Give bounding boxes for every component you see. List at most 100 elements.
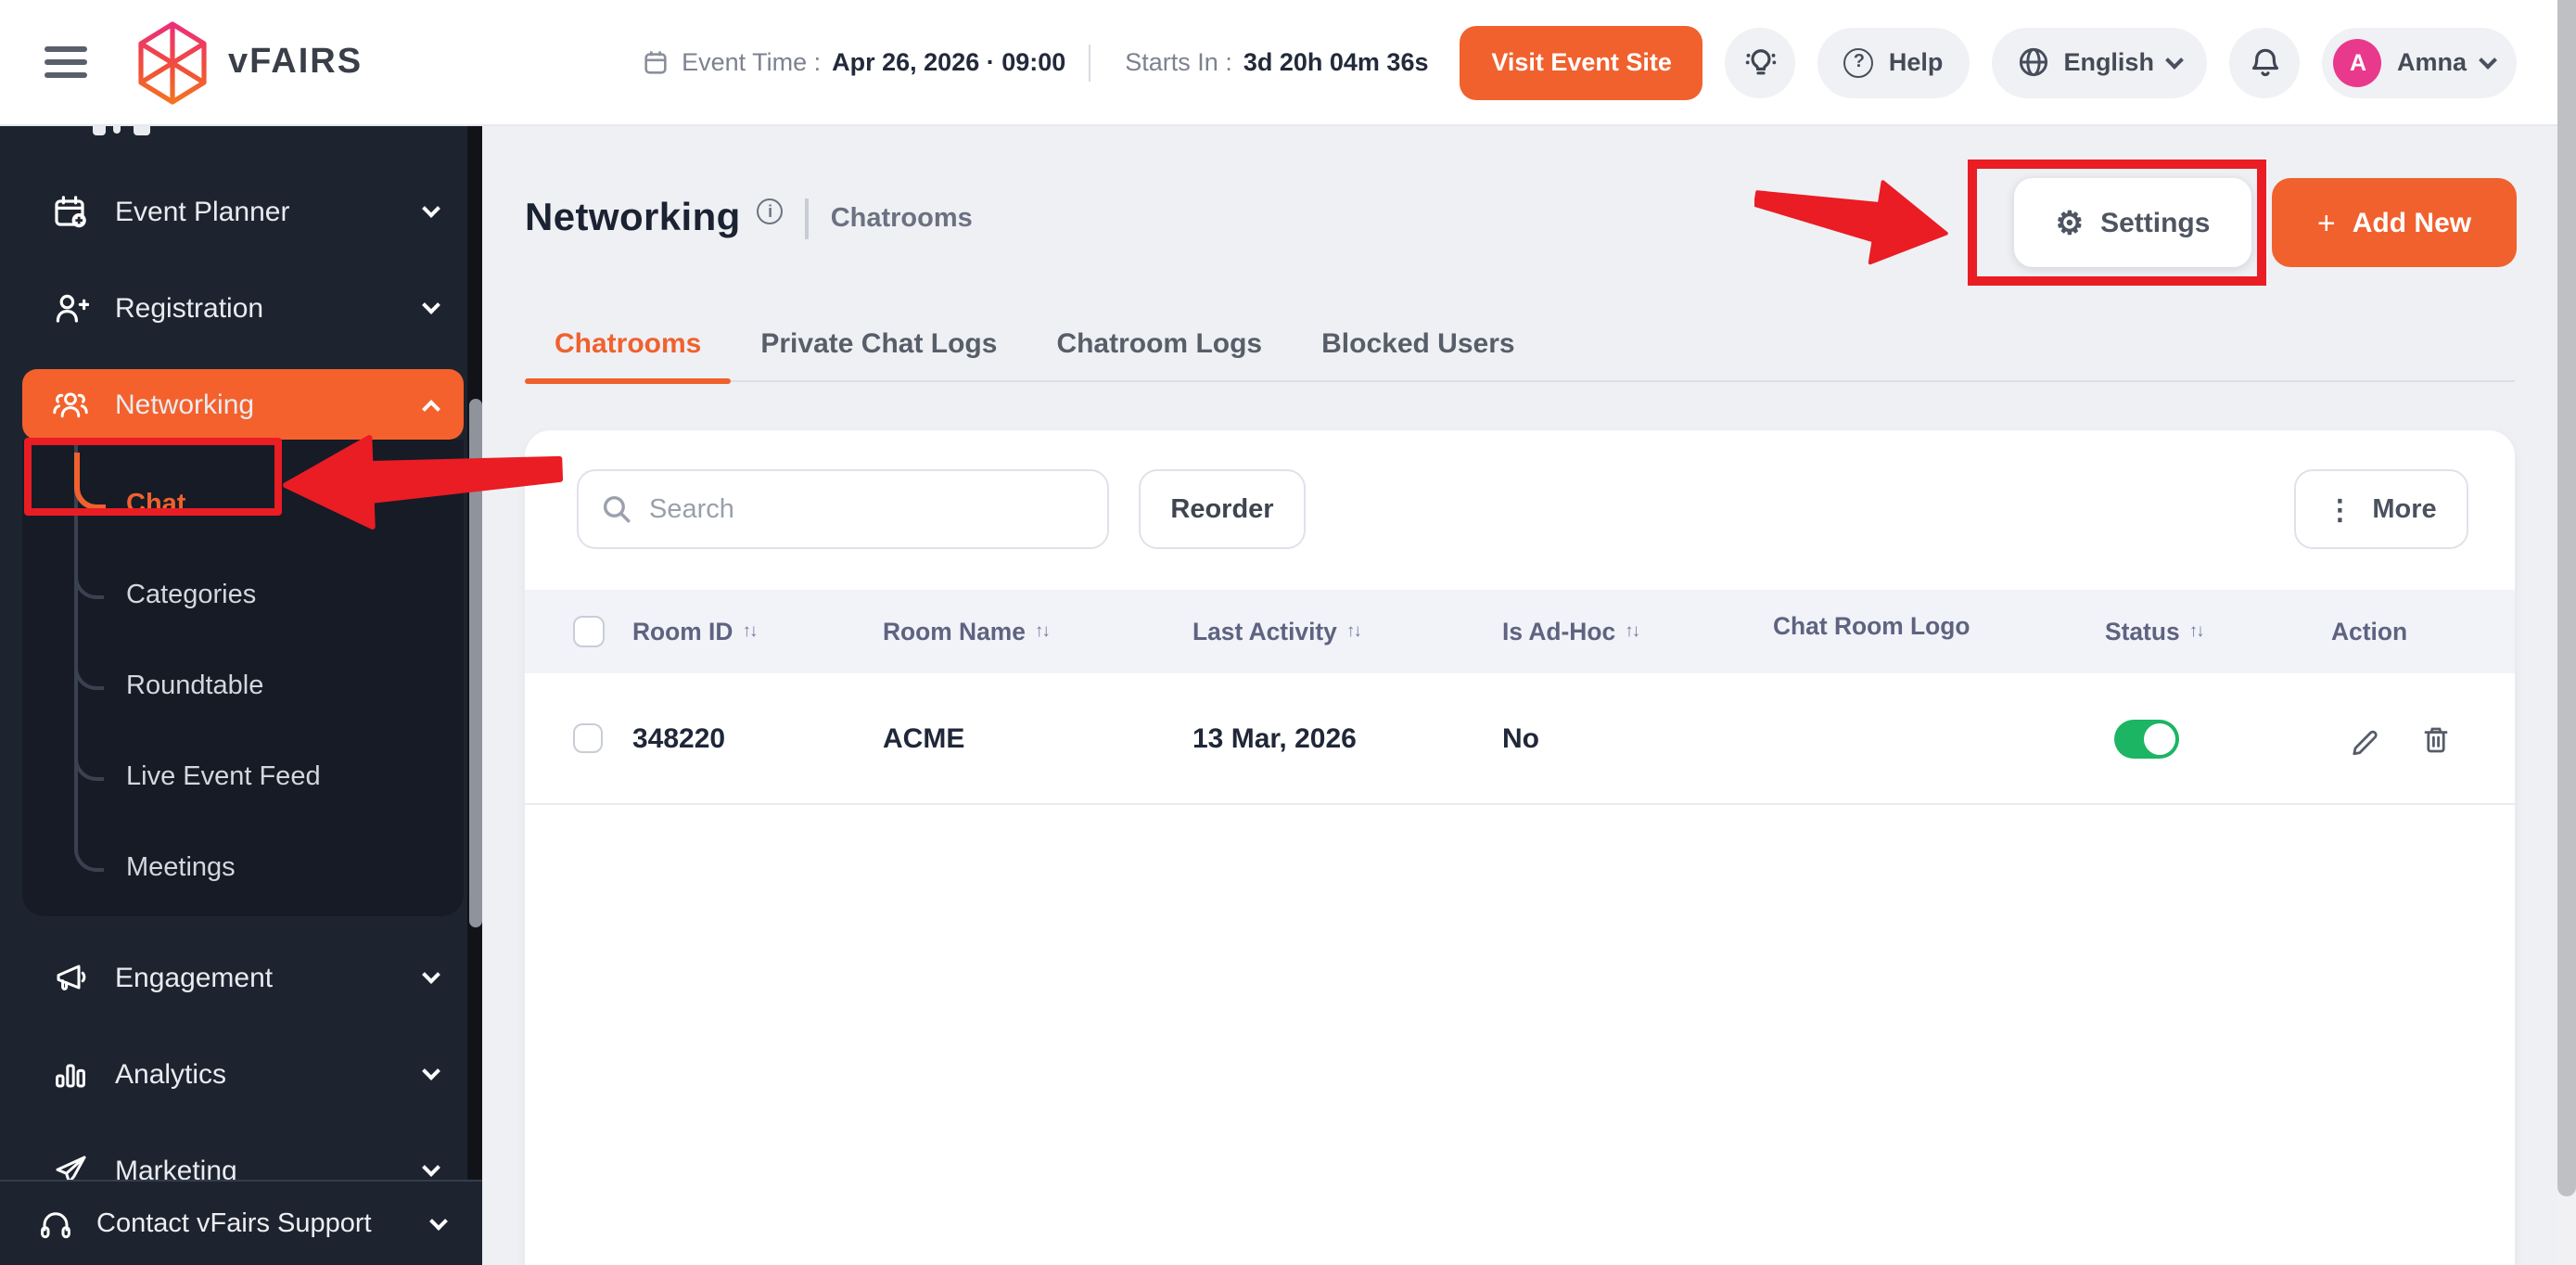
networking-submenu: Chat Categories Roundtable Live Event Fe… (22, 440, 464, 916)
sidebar-scrollbar-thumb[interactable] (469, 399, 482, 927)
sidebar-item-label: Meetings (126, 853, 236, 883)
whats-new-button[interactable] (1725, 27, 1796, 97)
vfairs-logo[interactable]: vFAIRS (135, 19, 363, 105)
chevron-down-icon (429, 1211, 448, 1230)
partially-scrolled-item (113, 126, 121, 134)
sidebar-item-event-planner[interactable]: Event Planner (22, 176, 464, 247)
tab-chatroom-logs[interactable]: Chatroom Logs (1027, 306, 1292, 380)
sidebar-item-chat[interactable]: Chat (22, 453, 464, 540)
avatar: A (2333, 38, 2382, 86)
column-label: Is Ad-Hoc (1502, 618, 1616, 645)
sidebar-nav: Event Planner Registration Networking Ch… (0, 126, 482, 1265)
megaphone-icon (57, 965, 86, 990)
starts-in-value: 3d 20h 04m 36s (1243, 48, 1429, 76)
more-label: More (2372, 494, 2437, 524)
language-selector[interactable]: English (1991, 27, 2208, 97)
sidebar-item-meetings[interactable]: Meetings (22, 816, 464, 903)
sidebar-item-label: Event Planner (115, 196, 290, 227)
info-icon[interactable]: i (757, 198, 784, 224)
sidebar-item-label: Analytics (115, 1058, 227, 1090)
event-time-label: Event Time : (682, 48, 822, 76)
chevron-down-icon (2479, 50, 2497, 69)
is-ad-hoc-cell: No (1502, 722, 1539, 754)
column-header-room-id[interactable]: Room ID ↑↓ (632, 590, 758, 673)
column-header-room-name[interactable]: Room Name ↑↓ (883, 590, 1051, 673)
vertical-dots-icon: ⋮ (2326, 494, 2354, 526)
table-header: Room ID ↑↓ Room Name ↑↓ Last Activity ↑↓… (525, 590, 2515, 673)
settings-label: Settings (2100, 207, 2211, 238)
column-label: Last Activity (1192, 618, 1337, 645)
people-icon (53, 392, 88, 418)
partially-scrolled-item (134, 126, 150, 135)
column-header-is-ad-hoc[interactable]: Is Ad-Hoc ↑↓ (1502, 590, 1640, 673)
help-button[interactable]: ? Help (1817, 27, 1970, 97)
column-header-action: Action (2331, 590, 2407, 673)
plus-icon: + (2316, 205, 2336, 240)
question-icon: ? (1843, 47, 1874, 77)
room-name-cell: ACME (883, 722, 965, 754)
tab-blocked-users[interactable]: Blocked Users (1292, 306, 1544, 380)
sidebar-item-registration[interactable]: Registration (22, 273, 464, 343)
column-header-status[interactable]: Status ↑↓ (2105, 590, 2205, 673)
tab-bar: Chatrooms Private Chat Logs Chatroom Log… (525, 306, 2515, 384)
select-all-cell (573, 590, 605, 673)
breadcrumb: Chatrooms (830, 204, 973, 234)
sidebar-item-roundtable[interactable]: Roundtable (22, 634, 464, 722)
starts-in-label: Starts In : (1125, 48, 1232, 76)
sort-icon[interactable]: ↑↓ (742, 621, 758, 642)
header-actions: Visit Event Site ? Help English A Amna (1460, 25, 2517, 99)
add-new-button[interactable]: + Add New (2272, 178, 2517, 267)
chevron-down-icon (2166, 50, 2185, 69)
brand-name: vFAIRS (228, 42, 363, 81)
sort-icon[interactable]: ↑↓ (2189, 621, 2205, 642)
main-content: Networking i Chatrooms ⚙ Settings + Add … (482, 126, 2576, 1265)
reorder-button[interactable]: Reorder (1139, 469, 1306, 549)
column-label: Chat Room Logo (1773, 612, 1970, 640)
sidebar-item-networking[interactable]: Networking (22, 369, 464, 440)
contact-support-button[interactable]: Contact vFairs Support (0, 1180, 482, 1265)
last-activity-cell: 13 Mar, 2026 (1192, 722, 1357, 754)
user-menu[interactable]: A Amna (2322, 27, 2517, 97)
sidebar-item-analytics[interactable]: Analytics (22, 1039, 464, 1109)
row-select-cell (573, 673, 603, 803)
sidebar-item-label: Engagement (115, 962, 274, 993)
sidebar-item-live-event-feed[interactable]: Live Event Feed (22, 725, 464, 812)
partially-scrolled-item (93, 126, 106, 135)
page-scrollbar-thumb[interactable] (2557, 0, 2576, 1196)
edit-pencil-icon[interactable] (2350, 723, 2381, 755)
tab-private-chat-logs[interactable]: Private Chat Logs (731, 306, 1027, 380)
search-input[interactable] (649, 494, 1085, 524)
status-toggle-on[interactable] (2114, 720, 2179, 759)
tab-chatrooms[interactable]: Chatrooms (525, 306, 732, 384)
visit-event-site-button[interactable]: Visit Event Site (1460, 25, 1703, 99)
table-row: 348220 ACME 13 Mar, 2026 No (525, 673, 2515, 805)
sidebar-item-engagement[interactable]: Engagement (22, 942, 464, 1013)
column-label: Room ID (632, 618, 733, 645)
bar-chart-icon (56, 1064, 85, 1088)
column-header-last-activity[interactable]: Last Activity ↑↓ (1192, 590, 1362, 673)
lightbulb-icon (1745, 49, 1777, 75)
sidebar-item-label: Chat (126, 490, 186, 519)
chevron-down-icon (422, 199, 440, 218)
sidebar-scrollbar-track[interactable] (467, 126, 482, 1180)
settings-button[interactable]: ⚙ Settings (2014, 178, 2251, 267)
headset-icon (41, 1211, 70, 1238)
select-all-checkbox[interactable] (573, 616, 605, 647)
delete-trash-icon[interactable] (2420, 723, 2452, 755)
notifications-button[interactable] (2229, 27, 2301, 97)
chevron-down-icon (422, 965, 440, 984)
calendar-icon (644, 51, 666, 74)
chevron-up-icon (422, 399, 440, 417)
sidebar-item-categories[interactable]: Categories (22, 543, 464, 631)
calendar-plus-icon (55, 196, 86, 228)
globe-icon (2019, 47, 2047, 77)
sort-icon[interactable]: ↑↓ (1625, 621, 1640, 642)
hamburger-menu-icon[interactable] (45, 46, 87, 78)
sort-icon[interactable]: ↑↓ (1346, 621, 1362, 642)
sort-icon[interactable]: ↑↓ (1035, 621, 1051, 642)
more-button[interactable]: ⋮ More (2294, 469, 2468, 549)
search-field (577, 469, 1109, 549)
bell-icon (2251, 48, 2279, 77)
page-scrollbar-track[interactable] (2557, 0, 2576, 1265)
row-checkbox[interactable] (573, 723, 603, 753)
